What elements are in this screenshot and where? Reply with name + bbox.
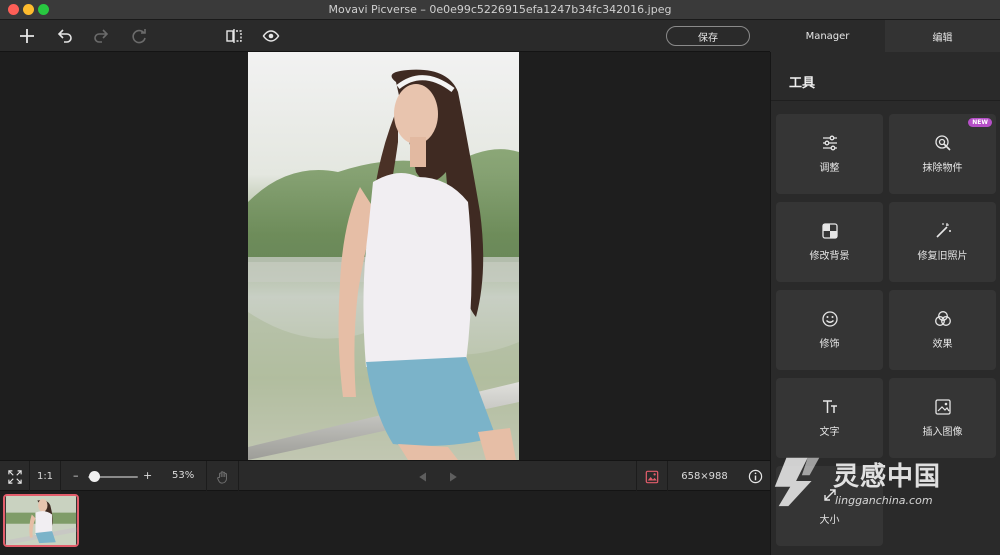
redo-button[interactable]	[89, 24, 113, 48]
tool-effects[interactable]: 效果	[889, 290, 996, 370]
panel-tabs: Manager 编辑	[770, 20, 1000, 52]
hand-icon	[216, 470, 227, 484]
bottom-bar: 1:1 – + 53% 658×988	[0, 460, 770, 492]
watermark: 灵感中国 lingganchina.com	[765, 452, 995, 512]
tool-resize-label: 大小	[819, 515, 840, 526]
watermark-text-cn: 灵感中国	[833, 462, 942, 492]
zoom-control: – + 53%	[61, 461, 207, 492]
insert-image-icon	[934, 399, 951, 415]
compare-icon	[226, 29, 242, 43]
title-bar: Movavi Picverse – 0e0e99c5226915efa1247b…	[0, 0, 1000, 20]
image-canvas[interactable]	[0, 52, 770, 460]
plus-icon	[20, 29, 34, 43]
tool-insert-image[interactable]: 插入图像	[889, 378, 996, 458]
watermark-logo	[774, 457, 820, 507]
sliders-icon	[822, 135, 837, 151]
zoom-out-button[interactable]: –	[73, 469, 79, 482]
thumbnail-image	[5, 496, 77, 545]
info-icon	[748, 469, 763, 484]
tab-manager[interactable]: Manager	[770, 20, 885, 52]
image-dimensions: 658×988	[681, 471, 728, 482]
navigation-controls	[239, 461, 637, 492]
tool-change-background[interactable]: 修改背景	[776, 202, 883, 282]
add-button[interactable]	[15, 24, 39, 48]
tool-text-label: 文字	[819, 427, 840, 438]
next-image-button[interactable]	[447, 471, 459, 483]
zoom-in-button[interactable]: +	[143, 469, 152, 482]
tool-adjust[interactable]: 调整	[776, 114, 883, 194]
magic-wand-icon	[935, 223, 951, 238]
tool-effects-label: 效果	[932, 339, 953, 350]
actual-size-button[interactable]: 1:1	[30, 461, 61, 492]
tool-insert-image-label: 插入图像	[922, 427, 963, 438]
top-toolbar: 保存	[0, 20, 770, 52]
eye-icon	[262, 30, 280, 42]
text-icon	[822, 400, 837, 413]
undo-icon	[57, 29, 72, 43]
panel-divider	[771, 100, 1000, 101]
tool-change-background-label: 修改背景	[809, 251, 850, 262]
erase-object-icon	[934, 135, 951, 151]
tool-retouch-label: 修饰	[819, 339, 840, 350]
smile-icon	[821, 311, 838, 327]
fit-screen-button[interactable]	[0, 461, 30, 492]
watermark-text-en: lingganchina.com	[835, 494, 933, 507]
undo-button[interactable]	[53, 24, 77, 48]
tool-erase-object[interactable]: NEW 抹除物件	[889, 114, 996, 194]
pan-tool-button[interactable]	[207, 461, 239, 492]
tool-erase-object-label: 抹除物件	[922, 163, 963, 174]
tool-restore-photo[interactable]: 修复旧照片	[889, 202, 996, 282]
previous-image-button[interactable]	[417, 471, 429, 483]
image-icon	[645, 470, 659, 483]
compare-button[interactable]	[222, 24, 246, 48]
zoom-percent: 53%	[172, 470, 195, 481]
reset-button[interactable]	[127, 24, 151, 48]
save-button[interactable]: 保存	[666, 26, 750, 46]
app-window: Movavi Picverse – 0e0e99c5226915efa1247b…	[0, 0, 1000, 555]
filmstrip	[0, 491, 770, 555]
tool-retouch[interactable]: 修饰	[776, 290, 883, 370]
background-icon	[821, 223, 838, 239]
new-badge: NEW	[968, 118, 992, 127]
effects-icon	[934, 311, 951, 326]
tab-edit[interactable]: 编辑	[885, 20, 1000, 52]
panel-title: 工具	[789, 76, 816, 91]
refresh-icon	[132, 29, 146, 44]
zoom-slider-thumb[interactable]	[89, 471, 100, 482]
edited-photo	[248, 52, 519, 460]
tool-adjust-label: 调整	[819, 163, 840, 174]
preview-button[interactable]	[259, 24, 283, 48]
window-title: Movavi Picverse – 0e0e99c5226915efa1247b…	[328, 3, 672, 16]
tool-restore-photo-label: 修复旧照片	[917, 251, 968, 262]
redo-icon	[94, 29, 109, 43]
fit-screen-icon	[7, 469, 22, 484]
tool-text[interactable]: 文字	[776, 378, 883, 458]
filmstrip-thumbnail[interactable]	[3, 494, 79, 547]
image-view-button[interactable]	[637, 461, 668, 492]
